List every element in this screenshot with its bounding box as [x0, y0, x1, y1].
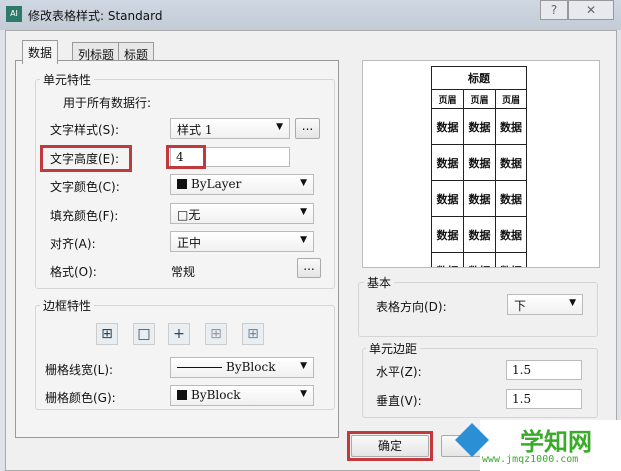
chevron-down-icon: ▼	[300, 389, 307, 399]
grid-color-select[interactable]: ByBlock ▼	[170, 385, 314, 406]
preview-cell: 数据	[463, 216, 496, 253]
line-sample-icon	[177, 367, 222, 368]
preview-cell: 数据	[463, 252, 496, 267]
align-value: 正中	[177, 236, 202, 250]
align-label: 对齐(A):	[50, 237, 96, 251]
preview-cell: 数据	[431, 252, 464, 267]
text-style-select[interactable]: 样式 1 ▼	[170, 118, 290, 139]
inside-borders-icon[interactable]: +	[168, 323, 190, 345]
chevron-down-icon: ▼	[300, 178, 307, 188]
close-button[interactable]: ✕	[568, 0, 614, 20]
lineweight-value: ByBlock	[226, 360, 276, 374]
preview-cell: 数据	[495, 252, 527, 267]
app-icon: AI	[6, 6, 22, 22]
direction-select[interactable]: 下 ▼	[507, 294, 583, 315]
preview-cell: 数据	[431, 216, 464, 253]
preview-header: 页眉	[495, 89, 527, 109]
format-label: 格式(O):	[50, 265, 97, 279]
text-color-select[interactable]: ByLayer ▼	[170, 174, 314, 195]
horizontal-label: 水平(Z):	[376, 365, 422, 379]
cell-margins-heading: 单元边距	[366, 340, 421, 357]
horizontal-margin-input[interactable]: 1.5	[506, 360, 582, 380]
chevron-down-icon: ▼	[300, 361, 307, 371]
watermark-url: www.jmqz1000.com	[482, 454, 579, 465]
text-height-label: 文字高度(E):	[50, 152, 119, 166]
direction-value: 下	[514, 299, 527, 313]
preview-header: 页眉	[463, 89, 496, 109]
apply-to-label: 用于所有数据行:	[63, 96, 152, 110]
text-color-value: ByLayer	[191, 177, 242, 191]
vertical-label: 垂直(V):	[376, 394, 422, 408]
vertical-margin-input[interactable]: 1.5	[506, 389, 582, 409]
watermark: 学知网 www.jmqz1000.com	[455, 420, 621, 471]
format-value: 常规	[171, 265, 196, 279]
grid-color-value: ByBlock	[191, 388, 241, 402]
text-style-more-button[interactable]: ...	[295, 118, 320, 139]
all-borders-icon[interactable]: ⊞	[96, 323, 118, 345]
outside-borders-icon[interactable]: □	[133, 323, 155, 345]
preview-cell: 数据	[495, 108, 527, 145]
preview-cell: 数据	[431, 144, 464, 181]
align-select[interactable]: 正中 ▼	[170, 231, 314, 252]
no-borders-icon[interactable]: ⊞	[205, 323, 227, 345]
cell-properties-heading: 单元特性	[40, 71, 95, 88]
chevron-down-icon: ▼	[276, 122, 283, 132]
fill-color-value: □无	[177, 208, 201, 222]
preview-cell: 数据	[463, 108, 496, 145]
highlight-box	[166, 145, 206, 169]
ok-button[interactable]: 确定	[351, 435, 429, 457]
basic-heading: 基本	[364, 274, 395, 291]
title-bar: AI 修改表格样式: Standard ? ✕	[0, 0, 621, 30]
text-style-value: 样式 1	[177, 123, 213, 137]
color-swatch	[177, 390, 187, 400]
preview-cell: 数据	[495, 216, 527, 253]
tab-data[interactable]: 数据	[22, 40, 59, 64]
chevron-down-icon: ▼	[569, 298, 576, 308]
text-color-label: 文字颜色(C):	[50, 180, 120, 194]
lineweight-select[interactable]: ByBlock ▼	[170, 357, 314, 378]
chevron-down-icon: ▼	[300, 235, 307, 245]
text-style-label: 文字样式(S):	[50, 123, 120, 137]
preview-cell: 数据	[495, 180, 527, 217]
fill-color-label: 填充颜色(F):	[50, 209, 119, 223]
color-swatch	[177, 179, 187, 189]
preview-cell: 数据	[495, 144, 527, 181]
window-title: 修改表格样式: Standard	[28, 9, 163, 23]
watermark-brand: 学知网	[520, 428, 592, 456]
bottom-border-icon[interactable]: ⊞	[242, 323, 264, 345]
preview-cell: 数据	[431, 108, 464, 145]
preview-cell: 数据	[431, 180, 464, 217]
preview-title: 标题	[431, 66, 527, 90]
preview-header: 页眉	[431, 89, 464, 109]
help-button[interactable]: ?	[540, 0, 568, 20]
preview-cell: 数据	[463, 180, 496, 217]
format-more-button[interactable]: ...	[297, 258, 321, 278]
border-properties-heading: 边框特性	[40, 297, 95, 314]
preview-cell: 数据	[463, 144, 496, 181]
fill-color-select[interactable]: □无 ▼	[170, 203, 314, 224]
table-preview: 标题 页眉页眉页眉 数据数据数据 数据数据数据 数据数据数据 数据数据数据 数据…	[362, 60, 600, 268]
lineweight-label: 栅格线宽(L):	[45, 363, 114, 377]
grid-color-label: 栅格颜色(G):	[45, 391, 116, 405]
direction-label: 表格方向(D):	[376, 300, 447, 314]
chevron-down-icon: ▼	[300, 207, 307, 217]
